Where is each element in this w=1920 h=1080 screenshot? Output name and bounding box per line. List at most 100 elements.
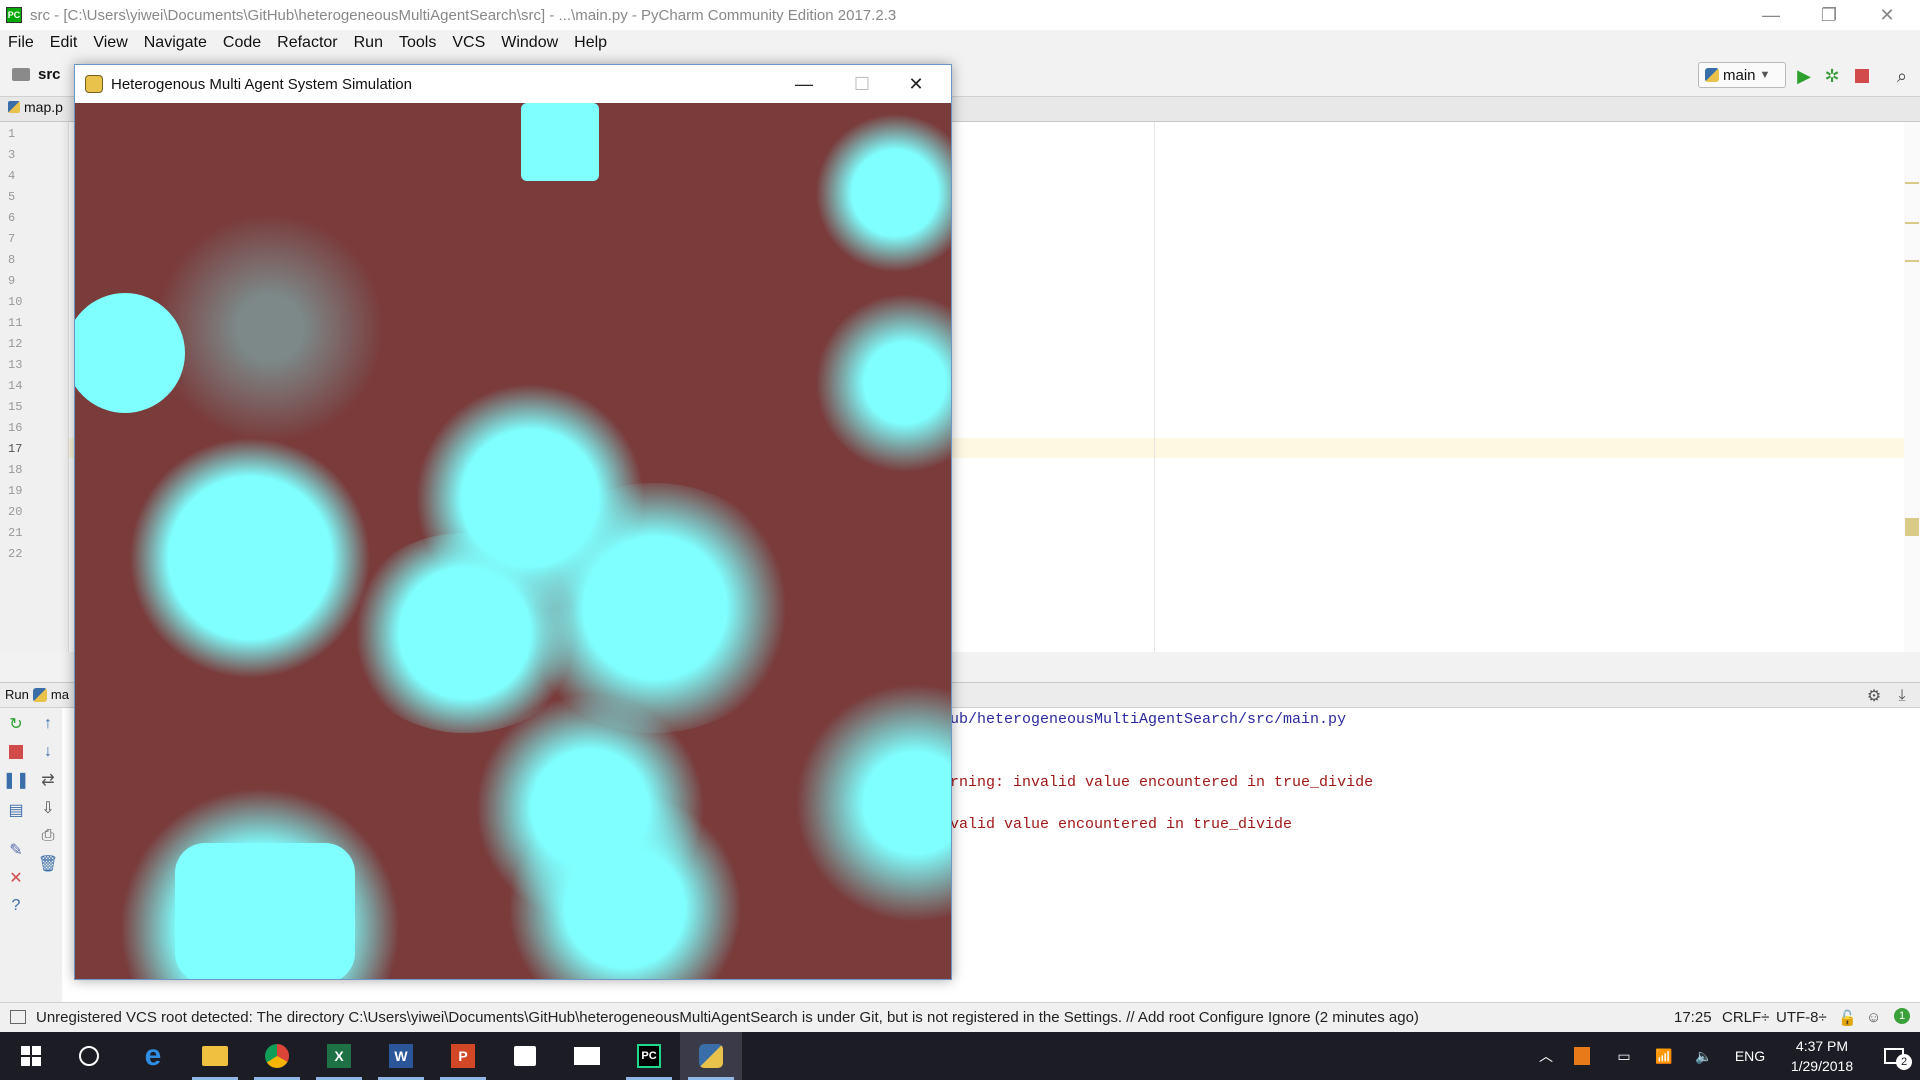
vcs-warning-icon[interactable]	[10, 1010, 26, 1024]
restore-icon[interactable]: ❐	[1800, 0, 1858, 30]
pycharm-icon: PC	[6, 7, 22, 23]
menu-help[interactable]: Help	[566, 34, 615, 52]
event-log-badge[interactable]: 1	[1894, 1008, 1910, 1024]
action-center[interactable]: 2	[1872, 1032, 1916, 1080]
caret-position[interactable]: 17:25	[1674, 1009, 1712, 1026]
word-icon: W	[389, 1044, 413, 1068]
line-number: 21	[8, 526, 23, 540]
pause-icon[interactable]: ❚❚	[3, 770, 30, 790]
hide-panel-icon[interactable]: ⤓	[1892, 686, 1912, 706]
simulation-window[interactable]: Heterogenous Multi Agent System Simulati…	[74, 64, 952, 980]
line-number: 13	[8, 358, 23, 372]
show-hidden-icons[interactable]: ︿	[1532, 1032, 1560, 1080]
python-app[interactable]	[680, 1032, 742, 1080]
menu-refactor[interactable]: Refactor	[269, 34, 345, 52]
close-icon[interactable]: ✕	[1858, 0, 1916, 30]
tray-app-icon[interactable]	[1568, 1032, 1596, 1080]
menu-file[interactable]: File	[0, 34, 42, 52]
clock-time: 4:37 PM	[1795, 1038, 1849, 1054]
agent-blob	[175, 843, 355, 979]
menu-run[interactable]: Run	[346, 34, 391, 52]
run-config-select[interactable]: main ▼	[1698, 62, 1786, 88]
agent-blob	[75, 293, 185, 413]
stripe-mark	[1905, 260, 1919, 262]
simulation-title-bar[interactable]: Heterogenous Multi Agent System Simulati…	[75, 65, 951, 103]
menu-window[interactable]: Window	[493, 34, 566, 52]
breadcrumb[interactable]: src	[12, 66, 61, 83]
inspector-icon[interactable]: ☺	[1866, 1009, 1881, 1026]
menu-navigate[interactable]: Navigate	[136, 34, 215, 52]
clock[interactable]: 4:37 PM 1/29/2018	[1772, 1032, 1872, 1080]
cortana-icon	[79, 1046, 99, 1066]
lock-icon[interactable]: 🔓	[1838, 1009, 1857, 1027]
run-config-label: main	[1723, 66, 1756, 84]
line-number: 16	[8, 421, 23, 435]
word-app[interactable]: W	[370, 1032, 432, 1080]
input-language[interactable]: ENG	[1730, 1032, 1770, 1080]
line-number: 8	[8, 253, 16, 267]
simulation-canvas[interactable]	[75, 103, 951, 979]
console-line: ub/heterogeneousMultiAgentSearch/src/mai…	[950, 711, 1347, 728]
ide-title-bar: PC src - [C:\Users\yiwei\Documents\GitHu…	[0, 0, 1920, 30]
status-message[interactable]: Unregistered VCS root detected: The dire…	[36, 1009, 1419, 1026]
line-number: 15	[8, 400, 23, 414]
folder-icon	[12, 68, 30, 81]
close-icon[interactable]: ✕	[893, 65, 939, 103]
agent-blob	[795, 683, 951, 923]
gear-icon[interactable]: ⚙	[1864, 686, 1884, 706]
file-encoding[interactable]: UTF-8÷	[1776, 1009, 1827, 1026]
start-button[interactable]	[0, 1032, 62, 1080]
mail-app[interactable]	[556, 1032, 618, 1080]
chevron-down-icon: ▼	[1759, 69, 1771, 81]
minimize-icon[interactable]: —	[781, 65, 827, 103]
battery-icon[interactable]: ▭	[1610, 1032, 1638, 1080]
menu-edit[interactable]: Edit	[42, 34, 86, 52]
rerun-icon[interactable]: ↻	[6, 714, 26, 734]
line-number: 3	[8, 148, 16, 162]
search-icon[interactable]: ⌕	[1890, 64, 1914, 88]
tab-label: map.p	[24, 99, 63, 115]
minimize-icon[interactable]: —	[1742, 0, 1800, 30]
breadcrumb-src: src	[38, 66, 61, 83]
store-app[interactable]	[494, 1032, 556, 1080]
debug-icon[interactable]: ✲	[1820, 64, 1844, 88]
menu-view[interactable]: View	[85, 34, 135, 52]
run-tool-title[interactable]: Run ma	[5, 687, 69, 702]
arrow-up-icon[interactable]: ↑	[38, 714, 58, 734]
run-icon[interactable]: ▶	[1792, 64, 1816, 88]
pycharm-app[interactable]: PC	[618, 1032, 680, 1080]
run-label: Run	[5, 687, 29, 702]
menu-code[interactable]: Code	[215, 34, 269, 52]
tab-main-py[interactable]: map.p	[8, 99, 63, 115]
maximize-icon: ☐	[853, 73, 871, 94]
line-separator[interactable]: CRLF÷	[1722, 1009, 1769, 1026]
chrome-app[interactable]	[246, 1032, 308, 1080]
close-icon[interactable]: ✕	[6, 868, 26, 888]
line-number-gutter: 1 3 4 5 6 7 8 9 10 11 12 13 14 15 16 17 …	[0, 122, 69, 652]
help-icon[interactable]: ?	[6, 896, 26, 916]
stop-icon[interactable]	[6, 742, 26, 762]
scroll-to-end-icon[interactable]: ⇩	[38, 798, 58, 818]
excel-app[interactable]: X	[308, 1032, 370, 1080]
trash-icon[interactable]: 🗑	[38, 854, 58, 874]
edge-app[interactable]: e	[122, 1032, 184, 1080]
arrow-down-icon[interactable]: ↓	[38, 742, 58, 762]
print-icon[interactable]: ⎙	[38, 826, 58, 846]
layout-icon[interactable]: ▤	[6, 800, 26, 820]
volume-icon[interactable]: 🔈	[1690, 1032, 1718, 1080]
menu-tools[interactable]: Tools	[391, 34, 444, 52]
wifi-icon[interactable]: 📶	[1650, 1032, 1678, 1080]
explorer-app[interactable]	[184, 1032, 246, 1080]
stop-icon[interactable]	[1850, 64, 1874, 88]
agent-blob	[515, 483, 795, 733]
powerpoint-app[interactable]: P	[432, 1032, 494, 1080]
menu-vcs[interactable]: VCS	[444, 34, 493, 52]
soft-wrap-icon[interactable]: ⇄	[38, 770, 58, 790]
pygame-icon	[85, 75, 103, 93]
python-icon	[699, 1044, 723, 1068]
store-icon	[514, 1046, 536, 1066]
windows-icon	[21, 1046, 41, 1066]
cortana-button[interactable]	[58, 1032, 120, 1080]
pin-icon[interactable]: ✎	[6, 840, 26, 860]
editor-error-stripe[interactable]	[1904, 122, 1920, 652]
